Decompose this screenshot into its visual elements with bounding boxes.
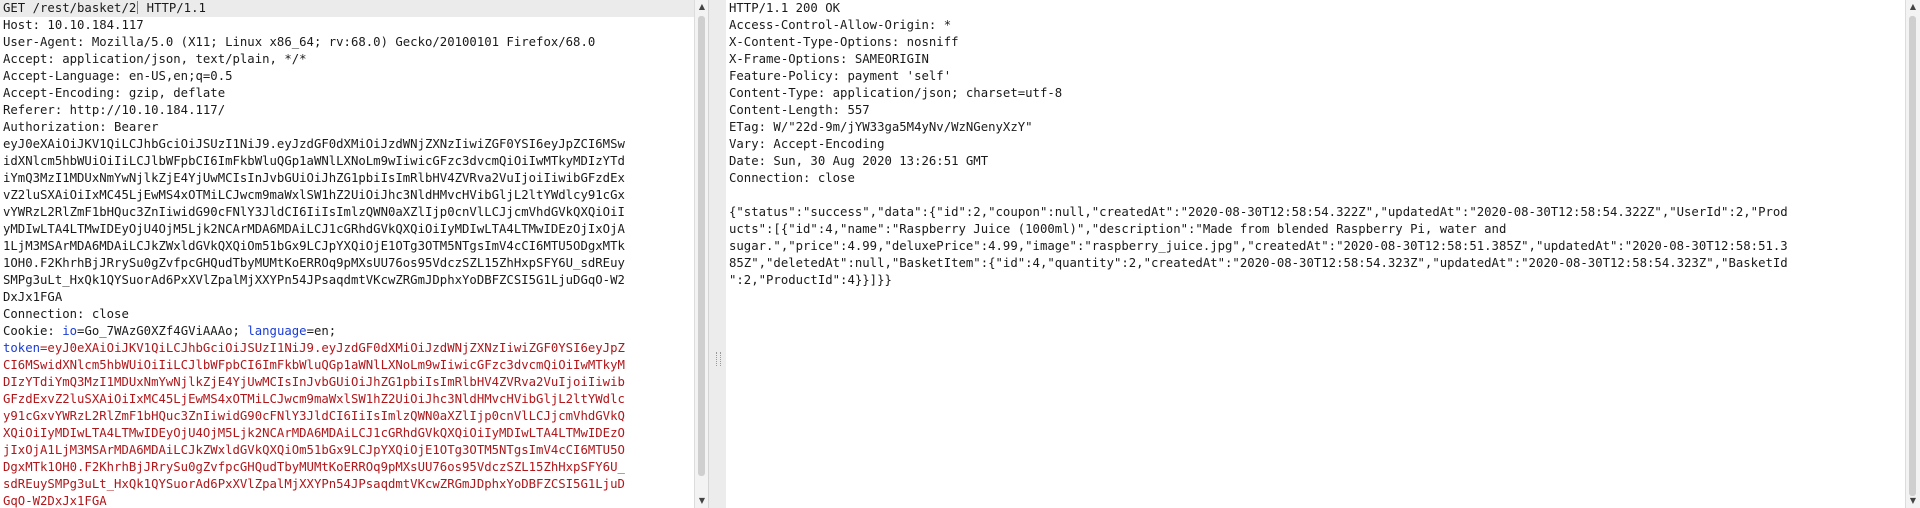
- response-body-line: sugar.","price":4.99,"deluxePrice":4.99,…: [729, 239, 1788, 253]
- scroll-down-icon[interactable]: ▼: [1906, 494, 1920, 508]
- cookie-token-line: GFzdExvZ2luSXAiOiIxMC45LjEwMS4xOTMiLCJwc…: [3, 392, 625, 406]
- cookie-label: Cookie:: [3, 324, 63, 338]
- cookie-language-value: =en;: [306, 324, 337, 338]
- response-header: Date: Sun, 30 Aug 2020 13:26:51 GMT: [729, 154, 989, 168]
- response-status-line: HTTP/1.1 200 OK: [729, 1, 841, 15]
- request-header-referer: Referer: http://10.10.184.117/: [3, 103, 226, 117]
- cookie-token-line: jIxOjA1LjM3MSArMDA6MDAiLCJkZWxldGVkQXQiO…: [3, 443, 625, 457]
- response-header: ETag: W/"22d-9m/jYW33ga5M4yNv/WzNGenyXzY…: [729, 120, 1033, 134]
- response-header: X-Frame-Options: SAMEORIGIN: [729, 52, 929, 66]
- cookie-token-line: DgxMTk1OH0.F2KhrhBjJRrySu0gZvfpcGHQudTby…: [3, 460, 625, 474]
- request-scroll-thumb[interactable]: [698, 16, 705, 476]
- authorization-token-line: yMDIwLTA4LTMwIDEyOjU4OjM5Ljk2NCArMDA6MDA…: [3, 222, 625, 236]
- authorization-token-line: 1OH0.F2KhrhBjJRrySu0gZvfpcGHQudTbyMUMtKo…: [3, 256, 625, 270]
- authorization-token-line: vYWRzL2RlZmF1bHQuc3ZnIiwidG90cFNlY3JldCI…: [3, 205, 625, 219]
- response-body-line: ucts":[{"id":4,"name":"Raspberry Juice (…: [729, 222, 1507, 236]
- cookie-token-line: XQiOiIyMDIwLTA4LTMwIDEyOjU4OjM5Ljk2NCArM…: [3, 426, 625, 440]
- request-header-accept-encoding: Accept-Encoding: gzip, deflate: [3, 86, 226, 100]
- authorization-token-line: 1LjM3MSArMDA6MDAiLCJkZWxldGVkQXQiOm51bGx…: [3, 239, 625, 253]
- cookie-token-line: y91cGxvYWRzL2RlZmF1bHQuc3ZnIiwidG90cFNlY…: [3, 409, 625, 423]
- pane-splitter[interactable]: [708, 0, 728, 508]
- cookie-token-line: DIzYTdiYmQ3MzI1MDUxNmYwNjlkZjE4YjUwMCIsI…: [3, 375, 625, 389]
- response-body-line: {"status":"success","data":{"id":2,"coup…: [729, 205, 1788, 219]
- request-header-authorization: Authorization: Bearer: [3, 120, 159, 134]
- response-scroll-thumb[interactable]: [1909, 16, 1916, 496]
- request-header-user-agent: User-Agent: Mozilla/5.0 (X11; Linux x86_…: [3, 35, 596, 49]
- cookie-io-value: =Go_7WAzG0XZf4GViAAAo;: [77, 324, 248, 338]
- splitter-grip-icon[interactable]: [716, 352, 721, 366]
- authorization-token-line: idXNlcm5hbWUiOiIiLCJlbWFpbCI6ImFkbWluQGp…: [3, 154, 625, 168]
- request-scrollbar[interactable]: ▲ ▼: [694, 0, 709, 508]
- request-header-host: Host: 10.10.184.117: [3, 18, 144, 32]
- scroll-up-icon[interactable]: ▲: [1906, 0, 1920, 14]
- request-header-connection: Connection: close: [3, 307, 129, 321]
- response-header: Vary: Accept-Encoding: [729, 137, 885, 151]
- request-header-accept: Accept: application/json, text/plain, */…: [3, 52, 307, 66]
- response-header: Content-Type: application/json; charset=…: [729, 86, 1063, 100]
- cookie-token-line: CI6MSwidXNlcm5hbWUiOiIiLCJlbWFpbCI6ImFkb…: [3, 358, 625, 372]
- response-header: Connection: close: [729, 171, 855, 185]
- authorization-token-line: vZ2luSXAiOiIxMC45LjEwMS4xOTMiLCJwcm9maWx…: [3, 188, 625, 202]
- response-body-line: 85Z","deletedAt":null,"BasketItem":{"id"…: [729, 256, 1788, 270]
- scroll-up-icon[interactable]: ▲: [695, 0, 709, 14]
- response-header: Content-Length: 557: [729, 103, 870, 117]
- authorization-token-line: eyJ0eXAiOiJKV1QiLCJhbGciOiJSUzI1NiJ9.eyJ…: [3, 137, 625, 151]
- cookie-token-line: token=eyJ0eXAiOiJKV1QiLCJhbGciOiJSUzI1Ni…: [3, 341, 625, 355]
- request-header-cookie: Cookie: io=Go_7WAzG0XZf4GViAAAo; languag…: [0, 323, 694, 340]
- cookie-token-line: sdREuySMPg3uLt_HxQk1QYSuorAd6PxXVlZpalMj…: [3, 477, 625, 491]
- scroll-down-icon[interactable]: ▼: [695, 494, 709, 508]
- response-header: Feature-Policy: payment 'self': [729, 69, 952, 83]
- response-scrollbar[interactable]: ▲ ▼: [1905, 0, 1920, 508]
- response-viewer[interactable]: HTTP/1.1 200 OK Access-Control-Allow-Ori…: [726, 0, 1905, 508]
- cookie-token-name: token: [3, 341, 41, 355]
- authorization-token-line: SMPg3uLt_HxQk1QYSuorAd6PxXVlZpalMjXXYPn5…: [3, 273, 625, 287]
- request-line[interactable]: GET /rest/basket/2 HTTP/1.1: [0, 0, 694, 17]
- response-body-line: ":2,"ProductId":4}}]}}: [729, 273, 892, 287]
- authorization-token-line: iYmQ3MzI1MDUxNmYwNjlkZjE4YjUwMCIsInJvbGU…: [3, 171, 625, 185]
- response-header: X-Content-Type-Options: nosniff: [729, 35, 959, 49]
- request-header-accept-language: Accept-Language: en-US,en;q=0.5: [3, 69, 233, 83]
- cookie-language-name: language: [247, 324, 307, 338]
- authorization-token-line: DxJx1FGA: [3, 290, 63, 304]
- response-header: Access-Control-Allow-Origin: *: [729, 18, 952, 32]
- cookie-token-line: GqO-W2DxJx1FGA: [3, 494, 107, 508]
- cookie-io-name: io: [62, 324, 78, 338]
- request-editor[interactable]: GET /rest/basket/2 HTTP/1.1 Host: 10.10.…: [0, 0, 694, 508]
